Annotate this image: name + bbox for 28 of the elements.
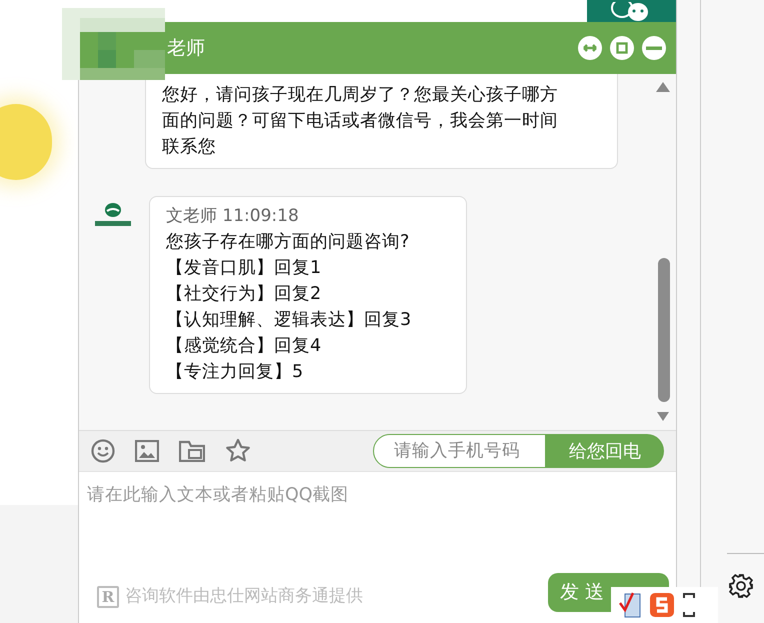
smiley-icon[interactable] — [91, 439, 115, 463]
message-line: 【专注力回复】5 — [166, 361, 304, 384]
window-title: 老师 — [167, 36, 205, 61]
scroll-up-icon[interactable] — [656, 82, 670, 92]
sender-time: 文老师 11:09:18 — [166, 205, 300, 228]
resize-icon[interactable] — [578, 36, 602, 60]
star-icon[interactable] — [225, 438, 251, 464]
settings-icon[interactable] — [728, 573, 754, 599]
message-line: 您孩子存在哪方面的问题咨询? — [166, 231, 410, 254]
scrollbar-thumb[interactable] — [658, 258, 670, 402]
expand-icon[interactable] — [683, 592, 695, 618]
callback-button[interactable]: 给您回电 — [546, 434, 664, 468]
image-icon[interactable] — [135, 440, 159, 462]
folder-icon[interactable] — [179, 440, 205, 462]
minimize-icon[interactable] — [642, 36, 666, 60]
message-line: 【社交行为】回复2 — [166, 283, 322, 306]
phone-field[interactable]: 请输入手机号码 — [373, 434, 546, 468]
document-check-icon[interactable] — [619, 591, 641, 619]
message-line: 【发音口肌】回复1 — [166, 257, 322, 280]
message-line: 【认知理解、逻辑表达】回复3 — [166, 309, 412, 332]
powered-by-text: 咨询软件由忠仕网站商务通提供 — [125, 585, 363, 608]
chat-bubbles-icon[interactable] — [587, 0, 676, 22]
logo-badge: R — [97, 586, 119, 608]
message-line: 【感觉统合】回复4 — [166, 335, 322, 358]
maximize-icon[interactable] — [610, 36, 634, 60]
message-text: 您好，请问孩子现在几周岁了？您最关心孩子哪方面的问题？可留下电话或者微信号，我会第一时间联系您 — [162, 84, 559, 159]
scroll-down-icon[interactable] — [657, 412, 669, 421]
s-logo-icon[interactable] — [649, 592, 675, 618]
